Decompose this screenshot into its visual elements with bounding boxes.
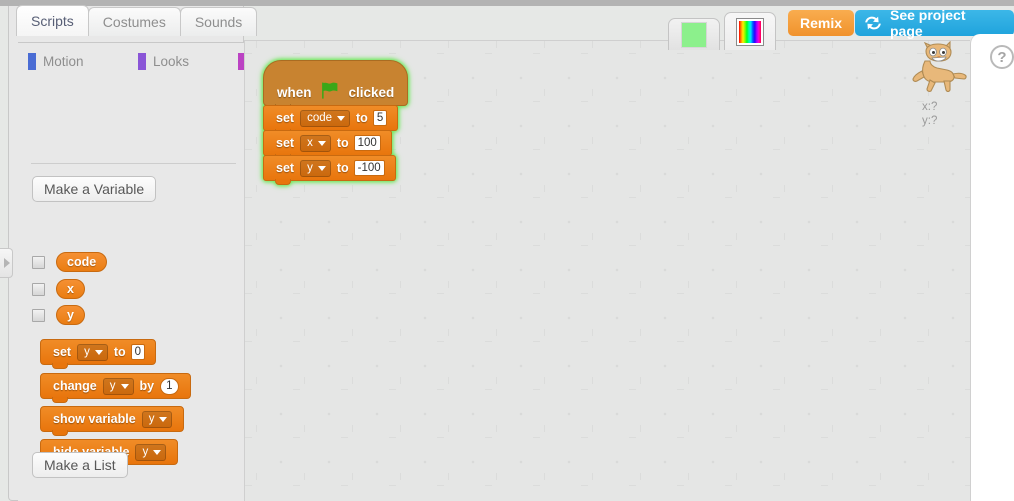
sprite-watermark: x:? y:? xyxy=(908,40,970,128)
stage-view-tabs xyxy=(668,12,780,50)
palette-collapse-handle[interactable] xyxy=(0,248,13,278)
variable-dropdown[interactable]: code xyxy=(300,109,351,127)
sprite-coordinates: x:? y:? xyxy=(922,100,937,128)
value-input[interactable]: 0 xyxy=(130,344,146,360)
block-word: clicked xyxy=(348,85,395,100)
chevron-down-icon xyxy=(337,115,346,121)
category-swatch-looks xyxy=(138,53,146,70)
dropdown-value: x xyxy=(307,137,313,149)
tab-paint-palette[interactable] xyxy=(724,12,776,50)
block-word: set xyxy=(276,136,295,150)
block-set-y-to-minus-100[interactable]: set y to -100 xyxy=(263,155,396,185)
dropdown-value: code xyxy=(307,112,333,124)
chevron-down-icon xyxy=(317,165,326,171)
sprite-y-label: y:? xyxy=(922,115,938,127)
script-canvas[interactable]: when clicked set code to 5 set x to 100 … xyxy=(244,40,970,501)
green-square-icon xyxy=(681,21,707,48)
block-word: show variable xyxy=(53,412,136,426)
chevron-down-icon xyxy=(120,383,129,389)
value-input[interactable]: 1 xyxy=(160,377,179,395)
see-project-page-button[interactable]: See project page xyxy=(855,7,1014,39)
make-a-variable-button[interactable]: Make a Variable xyxy=(32,176,157,202)
block-word: set xyxy=(276,161,295,175)
variable-row-code: code xyxy=(32,252,108,272)
dropdown-value: y xyxy=(84,346,90,358)
variable-row-y: y xyxy=(32,305,85,325)
help-button[interactable]: ? xyxy=(990,45,1014,69)
variable-checkbox-x[interactable] xyxy=(32,282,45,296)
sprite-x-label: x:? xyxy=(922,101,938,113)
chevron-down-icon xyxy=(159,416,168,422)
value-input[interactable]: 100 xyxy=(353,135,381,151)
variable-reporter-code[interactable]: code xyxy=(56,252,108,272)
green-flag-icon xyxy=(321,82,340,99)
script-stack[interactable]: when clicked set code to 5 set x to 100 … xyxy=(263,60,409,185)
editor-left-panel: Motion Looks Sound Pen Data xyxy=(8,6,245,501)
variable-checkbox-y[interactable] xyxy=(32,308,45,322)
category-swatch-motion xyxy=(28,53,36,70)
block-palette[interactable]: Motion Looks Sound Pen Data xyxy=(18,42,245,501)
block-word: to xyxy=(113,345,126,359)
category-list: Motion Looks Sound Pen Data xyxy=(28,51,245,73)
variable-reporter-x[interactable]: x xyxy=(56,279,85,299)
chevron-down-icon xyxy=(94,349,103,355)
variable-dropdown[interactable]: y xyxy=(77,343,108,361)
category-looks[interactable]: Looks xyxy=(138,51,238,72)
palette-block-set-variable[interactable]: set y to 0 xyxy=(40,339,157,369)
chevron-down-icon xyxy=(153,449,162,455)
remix-button[interactable]: Remix xyxy=(788,10,855,36)
tab-stage-backdrop[interactable] xyxy=(668,18,720,50)
tab-scripts[interactable]: Scripts xyxy=(16,5,89,36)
category-motion[interactable]: Motion xyxy=(28,51,138,72)
dropdown-value: y xyxy=(307,162,313,174)
value-input[interactable]: 5 xyxy=(372,110,388,126)
right-rail xyxy=(970,34,1014,501)
block-word: when xyxy=(277,85,312,100)
variable-dropdown[interactable]: y xyxy=(300,159,331,177)
block-word: by xyxy=(139,379,155,393)
chevron-right-icon xyxy=(4,258,10,268)
variable-reporter-y[interactable]: y xyxy=(56,305,85,325)
rainbow-palette-icon xyxy=(736,17,764,46)
tab-sounds[interactable]: Sounds xyxy=(179,7,258,36)
make-a-list-button[interactable]: Make a List xyxy=(32,452,128,478)
block-word: to xyxy=(336,161,349,175)
block-word: change xyxy=(53,379,97,393)
chevron-down-icon xyxy=(317,140,326,146)
palette-divider xyxy=(31,163,236,164)
variable-row-x: x xyxy=(32,279,85,299)
dropdown-value: y xyxy=(148,413,155,425)
variable-dropdown[interactable]: y xyxy=(102,377,134,395)
value-input[interactable]: -100 xyxy=(353,160,385,176)
editor-tabs: Scripts Costumes Sounds xyxy=(16,5,258,36)
refresh-icon xyxy=(863,15,883,31)
block-word: to xyxy=(336,136,349,150)
dropdown-value: y xyxy=(109,380,116,392)
category-label: Motion xyxy=(43,54,84,69)
block-set-code-to-5[interactable]: set code to 5 xyxy=(263,105,399,135)
variable-checkbox-code[interactable] xyxy=(32,255,45,269)
palette-block-show-variable[interactable]: show variable y xyxy=(40,406,185,436)
scratch-cat-icon xyxy=(910,40,968,98)
block-set-x-to-100[interactable]: set x to 100 xyxy=(263,130,392,160)
category-label: Looks xyxy=(153,54,190,69)
tab-costumes[interactable]: Costumes xyxy=(87,7,181,36)
scratch-editor: Motion Looks Sound Pen Data xyxy=(0,0,1014,501)
block-when-green-flag-clicked[interactable]: when clicked xyxy=(263,60,409,110)
variable-dropdown[interactable]: y xyxy=(141,410,173,428)
palette-block-change-variable[interactable]: change y by 1 xyxy=(40,373,191,403)
block-word: set xyxy=(53,345,72,359)
variable-dropdown[interactable]: x xyxy=(300,134,331,152)
block-word: to xyxy=(356,111,368,125)
variable-dropdown[interactable]: y xyxy=(135,443,167,461)
dropdown-value: y xyxy=(142,446,149,458)
block-word: set xyxy=(276,111,295,125)
